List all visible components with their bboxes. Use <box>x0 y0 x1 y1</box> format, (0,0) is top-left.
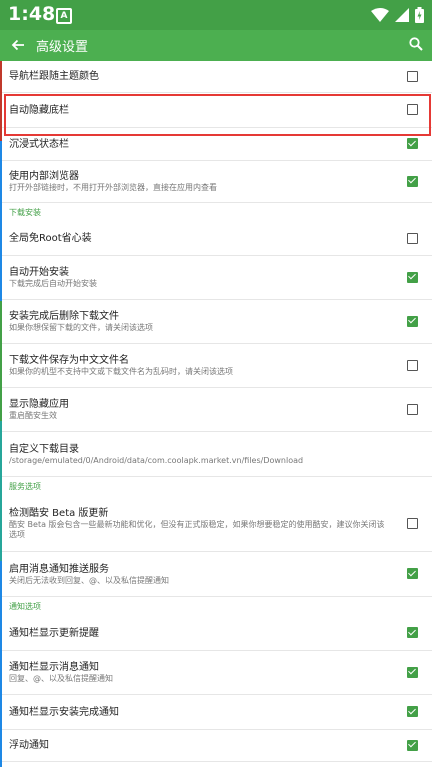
setting-title: 全局免Root省心装 <box>9 233 92 244</box>
setting-checkbox[interactable] <box>407 175 418 187</box>
setting-text: 通知栏显示安装完成通知 <box>9 706 119 719</box>
setting-text: 浮动通知 <box>9 739 49 752</box>
setting-checkbox[interactable] <box>407 403 418 415</box>
setting-row[interactable]: 显示隐藏应用 重启酷安生效 <box>0 388 432 432</box>
setting-checkbox[interactable] <box>407 739 418 751</box>
status-bar: 1:48 A <box>0 0 432 30</box>
setting-title: 使用内部浏览器 <box>9 171 79 182</box>
setting-checkbox[interactable] <box>407 70 418 82</box>
setting-row[interactable]: 自动隐藏底栏 <box>0 93 432 128</box>
arrow-back-icon[interactable] <box>8 34 28 56</box>
setting-text: 检测酷安 Beta 版更新 酷安 Beta 版会包含一些最新功能和优化，但没有正式… <box>9 507 388 540</box>
setting-checkbox[interactable] <box>407 706 418 717</box>
setting-title: 检测酷安 Beta 版更新 <box>9 508 109 519</box>
setting-text: 通知栏显示更新提醒 <box>9 627 99 640</box>
setting-text: 通知栏显示消息通知 回复、@、以及私信提醒通知 <box>9 661 388 684</box>
battery-icon <box>415 7 424 23</box>
page-title: 高级设置 <box>36 40 89 55</box>
setting-subtitle: /storage/emulated/0/Android/data/com.coo… <box>9 455 304 465</box>
setting-checkbox[interactable] <box>407 232 418 244</box>
setting-row[interactable]: 通知栏显示安装完成通知 <box>0 695 432 730</box>
setting-text: 下载文件保存为中文文件名 如果你的机型不支持中文或下载文件名为乱码时，请关闭该选项 <box>9 354 388 377</box>
setting-checkbox[interactable] <box>407 517 418 529</box>
setting-text: 使用内部浏览器 打开外部链接时，不用打开外部浏览器，直接在应用内查看 <box>9 170 388 193</box>
section-header: 通知选项 <box>9 602 41 611</box>
setting-title: 通知栏显示更新提醒 <box>9 627 99 639</box>
left-edge-strip <box>0 301 2 421</box>
setting-subtitle: 重启酷安生效 <box>9 411 57 420</box>
setting-subtitle: 如果你想保留下载的文件，请关闭该选项 <box>9 323 153 332</box>
setting-row[interactable]: 启用消息通知推送服务 关闭后无法收到回复、@、以及私信提醒通知 <box>0 552 432 597</box>
setting-checkbox[interactable] <box>407 568 418 579</box>
setting-text: 全局免Root省心装 <box>9 232 92 245</box>
setting-checkbox[interactable] <box>407 271 418 283</box>
setting-checkbox[interactable] <box>407 138 418 149</box>
setting-row[interactable]: 全局免Root省心装 <box>0 222 432 256</box>
setting-text: 显示隐藏应用 重启酷安生效 <box>9 398 388 421</box>
setting-row[interactable]: 自定义下载目录/storage/emulated/0/Android/data/… <box>0 432 432 477</box>
setting-row[interactable]: 自动开始安装 下载完成后自动开始安装 <box>0 256 432 300</box>
section-header: 服务选项 <box>9 482 41 491</box>
setting-subtitle: 回复、@、以及私信提醒通知 <box>9 674 113 683</box>
setting-checkbox[interactable] <box>407 359 418 371</box>
wifi-icon <box>371 8 389 22</box>
section-header: 下载安装 <box>9 208 41 217</box>
setting-text: 启用消息通知推送服务 关闭后无法收到回复、@、以及私信提醒通知 <box>9 563 388 586</box>
setting-row[interactable]: 检测酷安 Beta 版更新 酷安 Beta 版会包含一些最新功能和优化，但没有正式… <box>0 496 432 552</box>
setting-text: 自动隐藏底栏 <box>9 104 69 117</box>
setting-row[interactable]: 通知栏显示更新提醒 <box>0 616 432 651</box>
signal-icon <box>395 8 409 22</box>
setting-title: 浮动通知 <box>9 740 49 751</box>
setting-subtitle: 如果你的机型不支持中文或下载文件名为乱码时，请关闭该选项 <box>9 367 233 376</box>
left-edge-strip <box>0 561 2 767</box>
setting-subtitle: 打开外部链接时，不用打开外部浏览器，直接在应用内查看 <box>9 183 217 192</box>
setting-title: 安装完成后删除下载文件 <box>9 311 119 322</box>
setting-title: 自动隐藏底栏 <box>9 104 69 116</box>
setting-text: 导航栏跟随主题颜色 <box>9 70 99 83</box>
left-edge-strip <box>0 61 2 141</box>
setting-title: 自定义下载目录 <box>9 443 79 455</box>
search-icon[interactable] <box>408 36 424 52</box>
setting-row[interactable]: 下载文件保存为中文文件名 如果你的机型不支持中文或下载文件名为乱码时，请关闭该选项 <box>0 344 432 388</box>
setting-title: 启用消息通知推送服务 <box>9 563 109 575</box>
setting-checkbox[interactable] <box>407 666 418 678</box>
setting-checkbox[interactable] <box>407 627 418 638</box>
setting-subtitle: 下载完成后自动开始安装 <box>9 279 97 288</box>
setting-checkbox[interactable] <box>407 315 418 327</box>
setting-row[interactable]: 使用内部浏览器 打开外部链接时，不用打开外部浏览器，直接在应用内查看 <box>0 161 432 203</box>
setting-text: 自定义下载目录/storage/emulated/0/Android/data/… <box>9 443 388 466</box>
setting-title: 通知栏显示安装完成通知 <box>9 706 119 718</box>
setting-checkbox[interactable] <box>407 104 418 115</box>
status-time: 1:48 <box>8 3 56 25</box>
setting-subtitle: 关闭后无法收到回复、@、以及私信提醒通知 <box>9 575 169 585</box>
setting-title: 沉浸式状态栏 <box>9 138 69 150</box>
app-notification-icon: A <box>56 8 72 24</box>
setting-title: 显示隐藏应用 <box>9 399 69 410</box>
setting-row[interactable]: 导航栏跟随主题颜色 <box>0 61 432 93</box>
setting-row[interactable]: 浮动通知 <box>0 730 432 762</box>
app-bar: 高级设置 <box>0 30 432 61</box>
setting-text: 沉浸式状态栏 <box>9 138 69 151</box>
setting-text: 自动开始安装 下载完成后自动开始安装 <box>9 266 388 289</box>
setting-row[interactable]: 安装完成后删除下载文件 如果你想保留下载的文件，请关闭该选项 <box>0 300 432 344</box>
setting-text: 安装完成后删除下载文件 如果你想保留下载的文件，请关闭该选项 <box>9 310 388 333</box>
setting-title: 自动开始安装 <box>9 267 69 278</box>
setting-row[interactable]: 通知栏显示消息通知 回复、@、以及私信提醒通知 <box>0 651 432 695</box>
setting-subtitle: 酷安 Beta 版会包含一些最新功能和优化，但没有正式版稳定，如果你想要稳定的使… <box>9 520 385 539</box>
left-edge-strip <box>0 141 2 301</box>
setting-title: 导航栏跟随主题颜色 <box>9 71 99 82</box>
setting-row[interactable]: 沉浸式状态栏 <box>0 128 432 161</box>
setting-title: 下载文件保存为中文文件名 <box>9 355 129 366</box>
settings-list: 导航栏跟随主题颜色 自动隐藏底栏 沉浸式状态栏 使用内部浏览器 打开外部链接时，不用打开… <box>0 61 432 762</box>
left-edge-strip <box>0 421 2 561</box>
setting-title: 通知栏显示消息通知 <box>9 662 99 673</box>
